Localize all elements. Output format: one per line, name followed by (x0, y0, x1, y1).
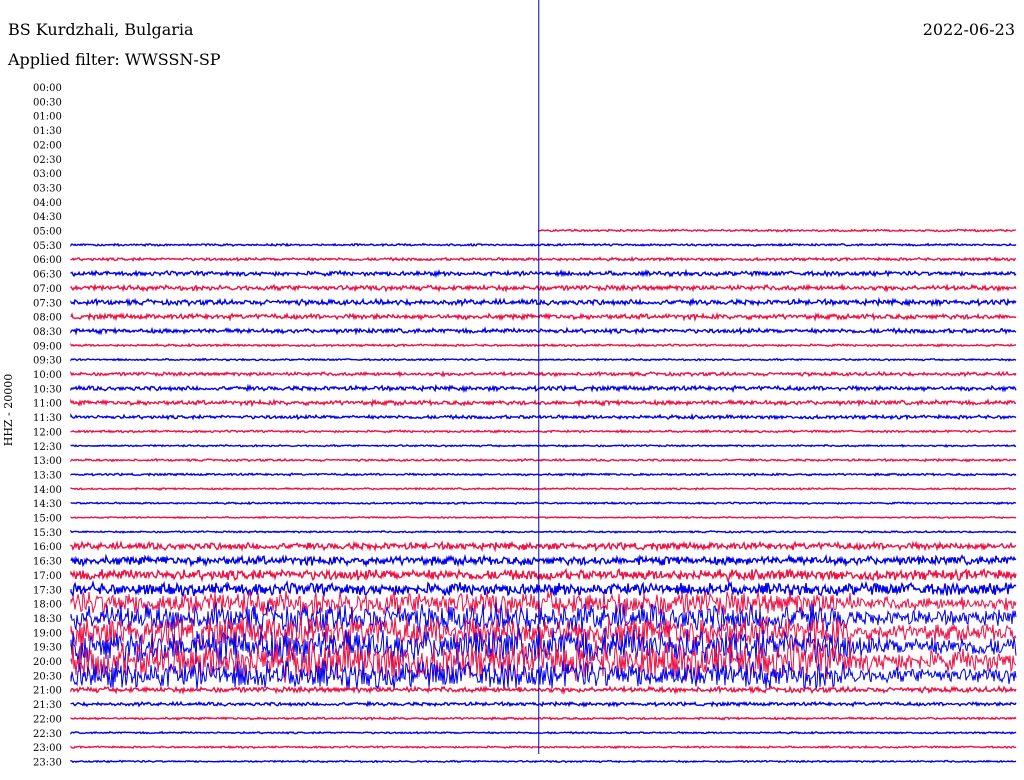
row-time-label: 15:00 (33, 514, 62, 525)
row-time-label: 00:30 (33, 97, 62, 108)
row-time-label: 13:00 (33, 456, 62, 467)
trace-row (70, 486, 1016, 491)
trace-row (70, 342, 1017, 348)
trace-row (70, 282, 1017, 293)
row-time-label: 11:30 (33, 413, 62, 424)
row-time-label: 02:30 (33, 155, 62, 166)
trace-row (70, 730, 1017, 735)
trace-row (70, 296, 1017, 308)
row-time-label: 08:30 (33, 327, 62, 338)
row-time-label: 01:30 (33, 126, 62, 137)
trace-row (70, 744, 1017, 750)
trace-row (70, 428, 1017, 434)
trace-row (70, 579, 1017, 599)
row-time-label: 16:00 (33, 542, 62, 553)
row-time-label: 18:30 (33, 614, 62, 625)
trace-row (538, 228, 1016, 233)
trace-row (70, 255, 1017, 263)
trace-row (70, 357, 1017, 362)
trace-row (70, 553, 1017, 568)
trace-row (70, 472, 1017, 477)
row-time-label: 06:00 (33, 255, 62, 266)
trace-row (70, 268, 1017, 279)
row-time-label: 15:30 (33, 528, 62, 539)
trace-row (70, 457, 1017, 463)
row-time-label: 20:30 (33, 671, 62, 682)
row-time-label: 02:00 (33, 140, 62, 151)
row-time-label: 14:30 (33, 499, 62, 510)
row-time-label: 17:30 (33, 585, 62, 596)
trace-row (70, 515, 1017, 520)
row-time-label: 12:00 (33, 427, 62, 438)
row-time-label: 23:00 (33, 743, 62, 754)
row-time-label: 09:30 (33, 356, 62, 367)
row-time-label: 19:00 (33, 628, 62, 639)
trace-row (70, 412, 1017, 421)
trace-row (70, 500, 1017, 506)
row-time-label: 01:00 (33, 112, 62, 123)
row-time-label: 17:00 (33, 571, 62, 582)
trace-row (70, 311, 1017, 322)
row-time-label: 04:30 (33, 212, 62, 223)
trace-row (70, 684, 1017, 696)
row-time-label: 13:30 (33, 470, 62, 481)
row-time-label: 22:30 (33, 729, 62, 740)
row-time-label: 16:30 (33, 557, 62, 568)
trace-row (70, 759, 1017, 764)
trace-row (70, 529, 1017, 534)
row-time-label: 10:30 (33, 384, 62, 395)
row-time-label: 05:30 (33, 241, 62, 252)
row-time-label: 06:30 (33, 270, 62, 281)
row-time-label: 18:00 (33, 600, 62, 611)
row-time-label: 19:30 (33, 643, 62, 654)
row-time-label: 08:00 (33, 313, 62, 324)
trace-row (70, 398, 1017, 408)
row-time-label: 07:30 (33, 298, 62, 309)
row-time-label: 10:00 (33, 370, 62, 381)
trace-row (70, 370, 1017, 378)
row-time-label: 03:30 (33, 183, 62, 194)
row-time-label: 12:30 (33, 442, 62, 453)
trace-row (70, 716, 1017, 721)
row-time-label: 21:00 (33, 686, 62, 697)
trace-row (70, 539, 1017, 553)
row-time-label: 07:00 (33, 284, 62, 295)
row-time-label: 20:00 (33, 657, 62, 668)
trace-row (70, 443, 1017, 448)
trace-row (70, 242, 1017, 248)
trace-row (70, 383, 1017, 394)
row-time-label: 04:00 (33, 198, 62, 209)
trace-row (70, 567, 1017, 583)
row-time-label: 23:30 (33, 757, 62, 768)
row-time-label: 14:00 (33, 485, 62, 496)
row-time-label: 21:30 (33, 700, 62, 711)
row-time-label: 05:00 (33, 227, 62, 238)
row-time-label: 09:00 (33, 341, 62, 352)
row-time-label: 00:00 (33, 83, 62, 94)
row-time-label: 22:00 (33, 714, 62, 725)
trace-row (70, 700, 1017, 709)
helicorder-plot: 00:00 00:30 01:00 01:30 02:00 02:30 03:00 03:30… (33, 0, 1017, 768)
row-time-label: 11:00 (33, 399, 62, 410)
row-time-label: 03:00 (33, 169, 62, 180)
trace-row (70, 326, 1017, 336)
